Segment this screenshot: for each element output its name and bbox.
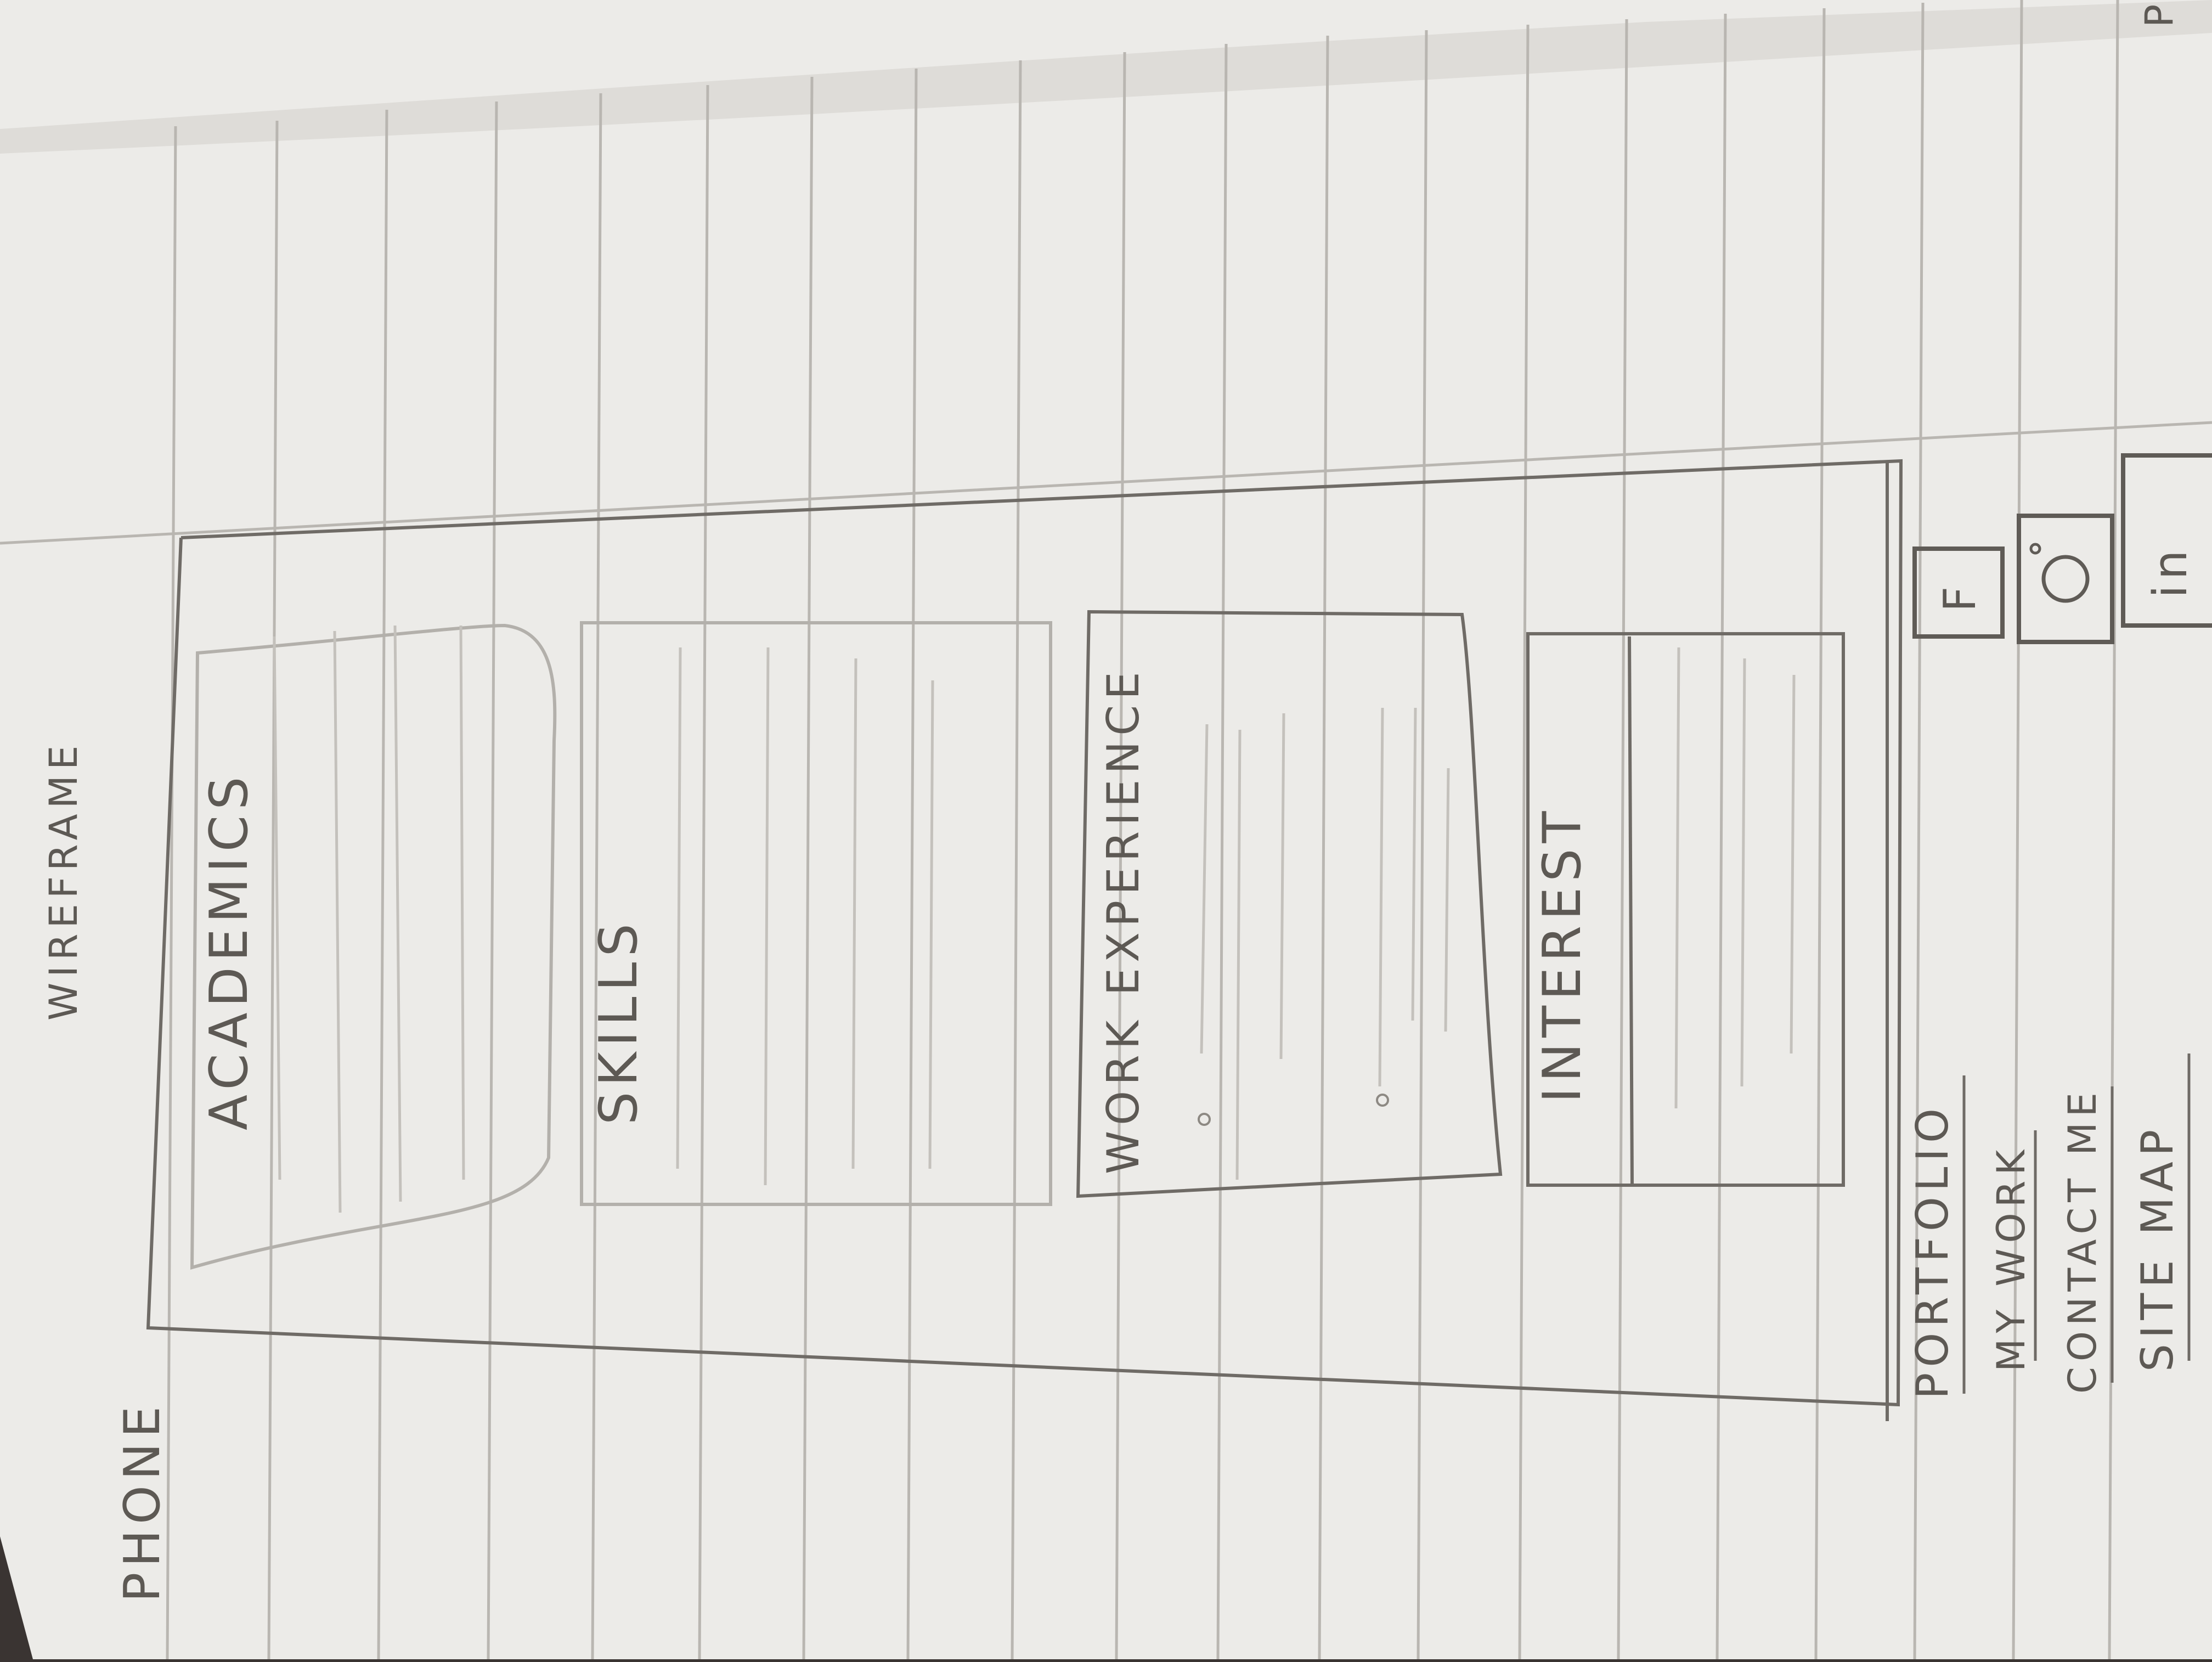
section-label-work-experience: WORK EXPERIENCE [1098,666,1149,1174]
corner-mark: P [2137,0,2182,27]
svg-text:in: in [2143,545,2198,599]
svg-text:F: F [1934,581,1985,612]
notebook-photo: WIREFRAME PHONE P ACADEMICS SKILLS WORK … [0,0,2212,1660]
page-title: WIREFRAME [41,740,86,1021]
nav-item-my-work[interactable]: MY WORK [1989,1145,2034,1372]
nav-item-portfolio[interactable]: PORTFOLIO [1907,1103,1958,1399]
nav-item-contact-me[interactable]: CONTACT ME [2060,1087,2105,1394]
nav-item-site-map[interactable]: SITE MAP [2132,1124,2183,1372]
section-label-skills: SKILLS [589,918,649,1125]
section-label-interest: INTEREST [1532,805,1593,1103]
section-label-academics: ACADEMICS [199,771,259,1130]
device-label: PHONE [114,1401,171,1602]
